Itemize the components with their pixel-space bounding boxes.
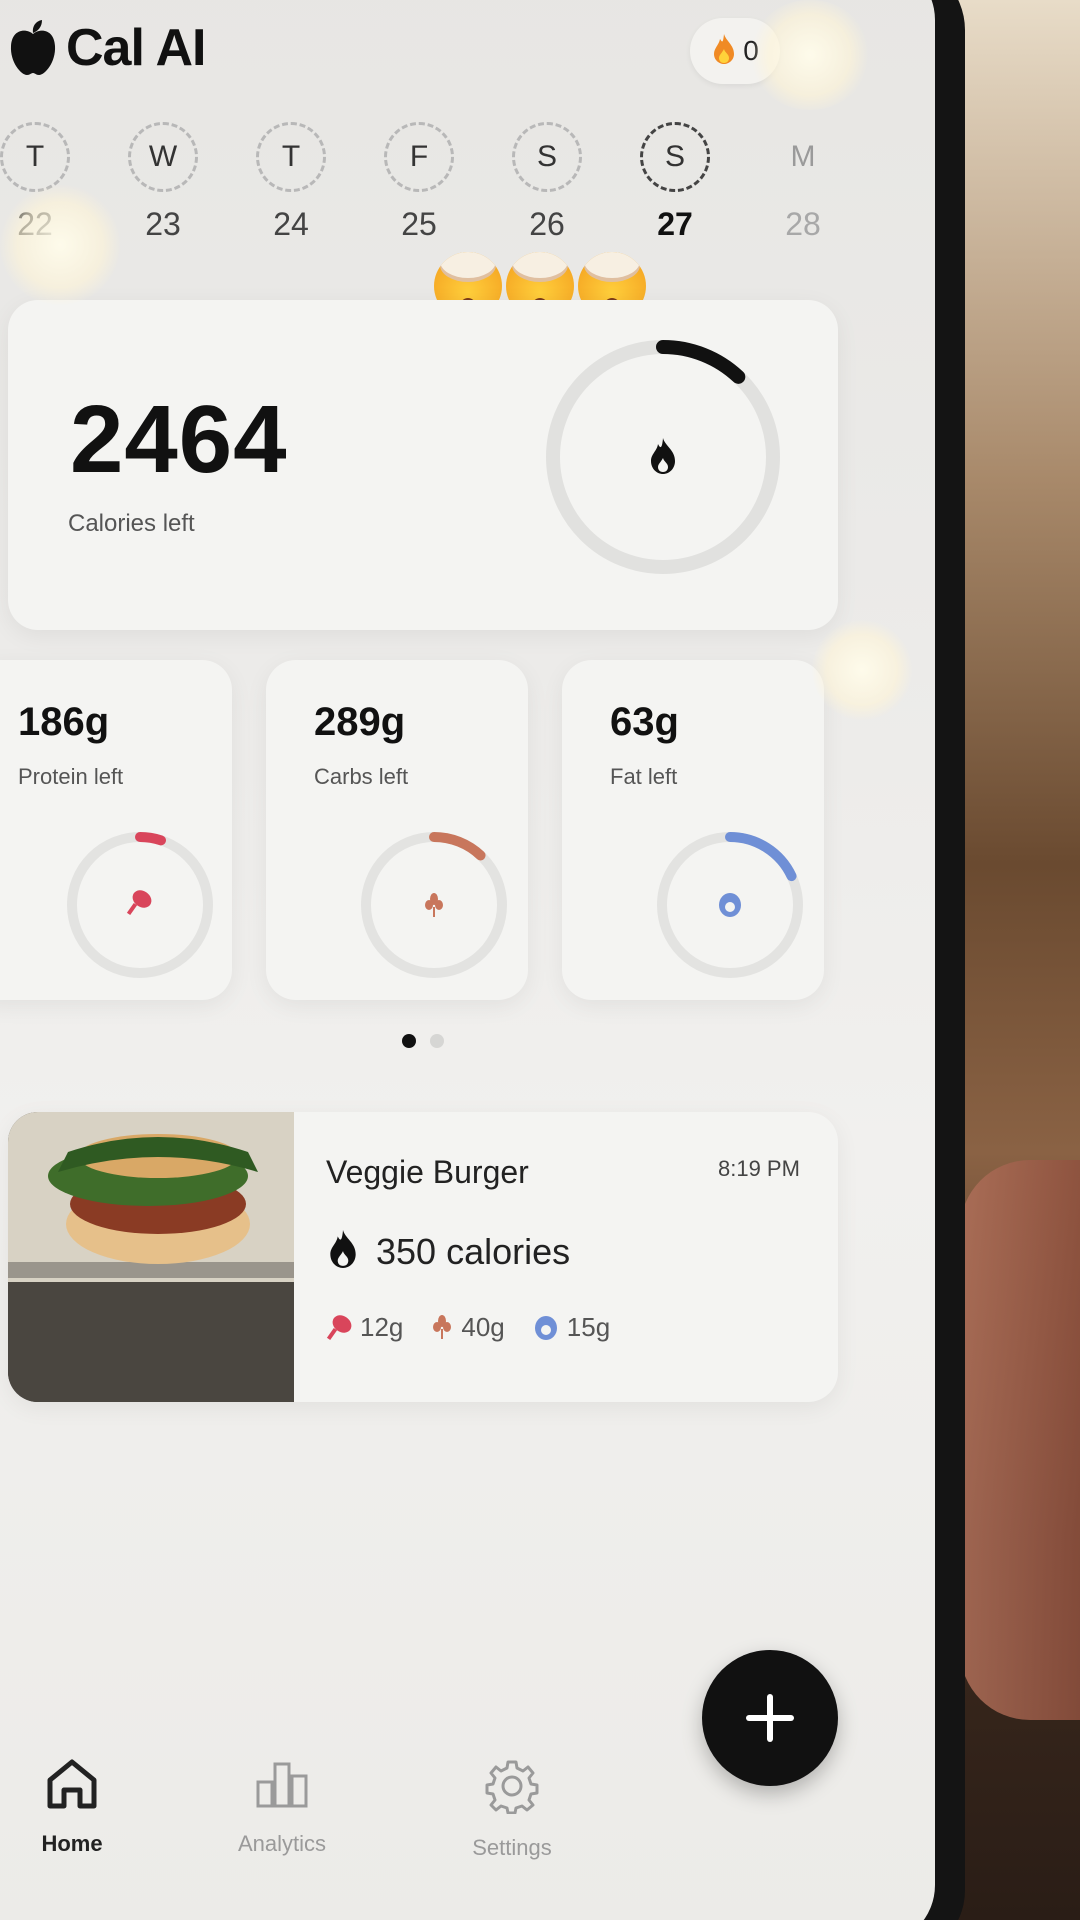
calories-progress-ring — [546, 340, 780, 574]
plus-icon — [746, 1694, 794, 1742]
nav-settings[interactable]: Settings — [442, 1758, 582, 1861]
day-letter: F — [384, 122, 454, 192]
protein-left-value: 186g — [18, 700, 110, 744]
day-number: 28 — [785, 206, 821, 242]
nav-analytics-label: Analytics — [237, 1831, 327, 1856]
fat-card[interactable]: 63g Fat left — [562, 660, 824, 1000]
light-reflection — [750, 0, 870, 110]
light-reflection — [0, 185, 120, 305]
day-letter: T — [0, 122, 70, 192]
wheat-icon — [425, 893, 443, 917]
protein-left-label: Protein left — [18, 764, 124, 789]
day-fri[interactable]: F 25 — [374, 122, 464, 243]
protein-progress-ring — [67, 832, 213, 978]
light-reflection — [812, 620, 912, 720]
day-letter: S — [640, 122, 710, 192]
day-number: 26 — [529, 206, 565, 242]
avocado-icon — [719, 893, 741, 917]
add-entry-button[interactable] — [702, 1650, 838, 1786]
gear-icon — [485, 1760, 539, 1815]
card-pager — [402, 1034, 444, 1048]
nav-home-label: Home — [41, 1831, 103, 1856]
day-letter: W — [128, 122, 198, 192]
avocado-icon — [534, 1315, 557, 1340]
calories-left-value: 2464 — [70, 386, 288, 493]
calories-left-label: Calories left — [68, 510, 195, 537]
meal-protein: 12g — [326, 1312, 403, 1343]
meal-fat-value: 15g — [566, 1312, 611, 1342]
nav-settings-label: Settings — [472, 1835, 552, 1860]
day-letter: T — [256, 122, 326, 192]
meal-protein-value: 12g — [360, 1312, 404, 1342]
flame-icon — [651, 438, 675, 474]
meal-time: 8:19 PM — [718, 1156, 800, 1181]
nav-analytics[interactable]: Analytics — [212, 1758, 352, 1857]
carbs-left-label: Carbs left — [314, 764, 409, 789]
day-thu[interactable]: T 24 — [246, 122, 336, 243]
meal-fat: 15g — [533, 1312, 610, 1343]
carbs-progress-ring — [361, 832, 507, 978]
day-wed[interactable]: W 23 — [118, 122, 208, 243]
meal-calories-text: 350 calories — [376, 1230, 571, 1272]
carbs-card[interactable]: 289g Carbs left — [266, 660, 528, 1000]
day-sat[interactable]: S 26 — [502, 122, 592, 243]
home-icon — [47, 1759, 97, 1809]
meal-calories: 350 calories — [326, 1230, 570, 1273]
day-number: 27 — [657, 206, 693, 242]
day-letter: S — [512, 122, 582, 192]
pager-dot[interactable] — [430, 1034, 444, 1048]
meal-carbs-value: 40g — [461, 1312, 505, 1342]
day-number: 25 — [401, 206, 437, 242]
fat-progress-ring — [657, 832, 803, 978]
flame-icon — [326, 1230, 360, 1273]
flame-icon — [711, 33, 737, 70]
app-title: Cal AI — [66, 19, 206, 77]
meal-photo — [8, 1112, 294, 1402]
protein-card[interactable]: 186g Protein left — [0, 660, 232, 1000]
meal-carbs: 40g — [431, 1312, 505, 1343]
fat-left-label: Fat left — [610, 764, 678, 789]
day-number: 23 — [145, 206, 181, 242]
calories-card[interactable]: 2464 Calories left — [8, 300, 838, 630]
drumstick-icon — [126, 890, 152, 916]
day-letter: M — [790, 140, 816, 173]
phone-screen: Cal AI 0 T 22 W 23 T 24 F 25 — [0, 0, 935, 1920]
hand — [960, 1160, 1080, 1720]
day-sun-selected[interactable]: S 27 — [630, 122, 720, 243]
fat-left-value: 63g — [610, 700, 679, 744]
pager-dot-active[interactable] — [402, 1034, 416, 1048]
wheat-icon — [433, 1314, 452, 1339]
apple-icon — [8, 20, 58, 76]
meal-entry-card[interactable]: Veggie Burger 8:19 PM 350 calories 12g 4… — [8, 1112, 838, 1402]
nav-home[interactable]: Home — [2, 1758, 142, 1857]
home-screen: Cal AI 0 T 22 W 23 T 24 F 25 — [0, 0, 935, 1920]
meal-name: Veggie Burger — [326, 1154, 529, 1190]
bar-chart-icon — [256, 1762, 308, 1808]
carbs-left-value: 289g — [314, 700, 406, 744]
app-header: Cal AI — [8, 18, 206, 78]
day-mon[interactable]: M 28 — [758, 122, 848, 243]
drumstick-icon — [326, 1314, 352, 1340]
day-number: 24 — [273, 206, 309, 242]
meal-macros: 12g 40g 15g — [326, 1312, 624, 1343]
